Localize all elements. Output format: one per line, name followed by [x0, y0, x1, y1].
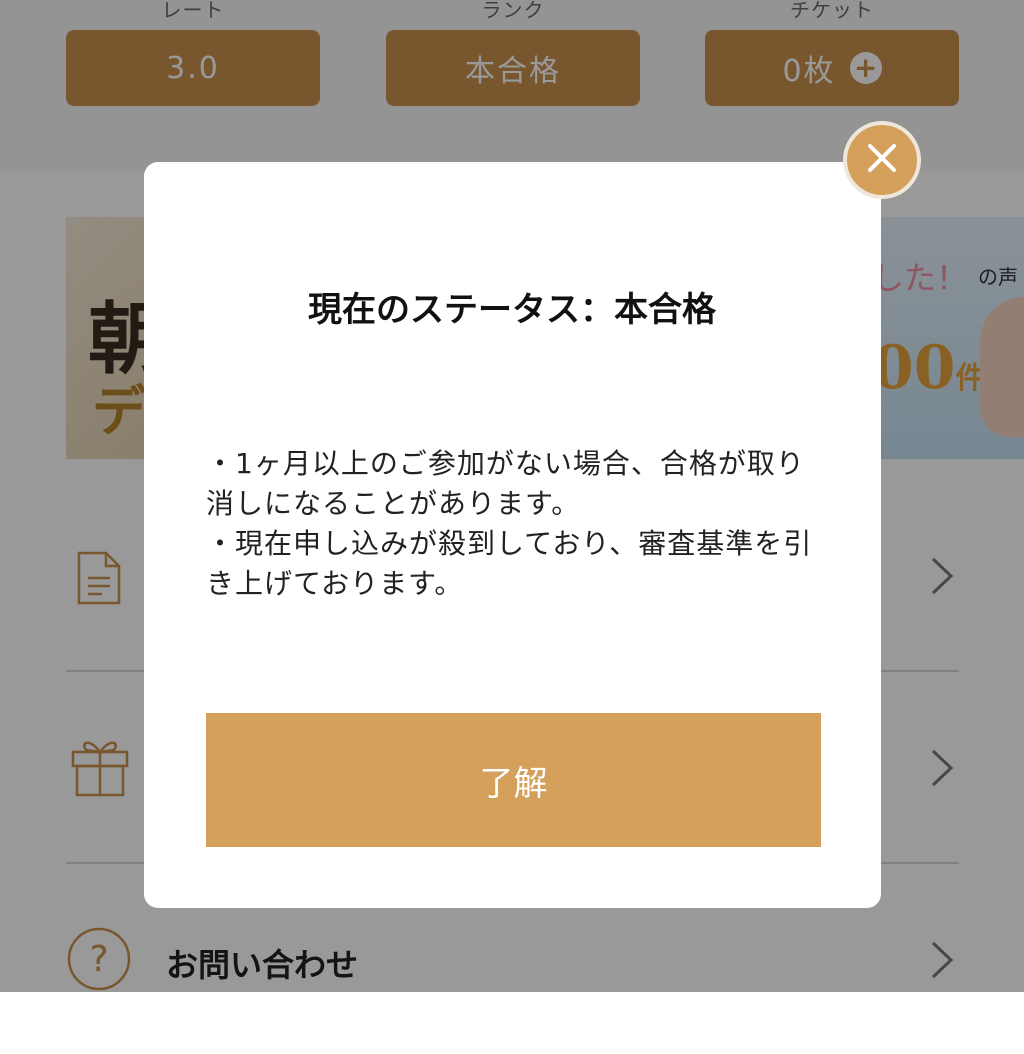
close-icon [865, 141, 899, 179]
modal-body-line: ・現在申し込みが殺到しており、審査基準を引き上げております。 [206, 527, 813, 600]
modal-body: ・1ヶ月以上のご参加がない場合、合格が取り消しになることがあります。 ・現在申し… [206, 444, 826, 604]
modal-body-line: ・1ヶ月以上のご参加がない場合、合格が取り消しになることがあります。 [206, 447, 805, 520]
ok-button[interactable]: 了解 [206, 713, 821, 847]
close-button[interactable] [843, 121, 921, 199]
modal-title: 現在のステータス：本合格 [308, 290, 716, 330]
